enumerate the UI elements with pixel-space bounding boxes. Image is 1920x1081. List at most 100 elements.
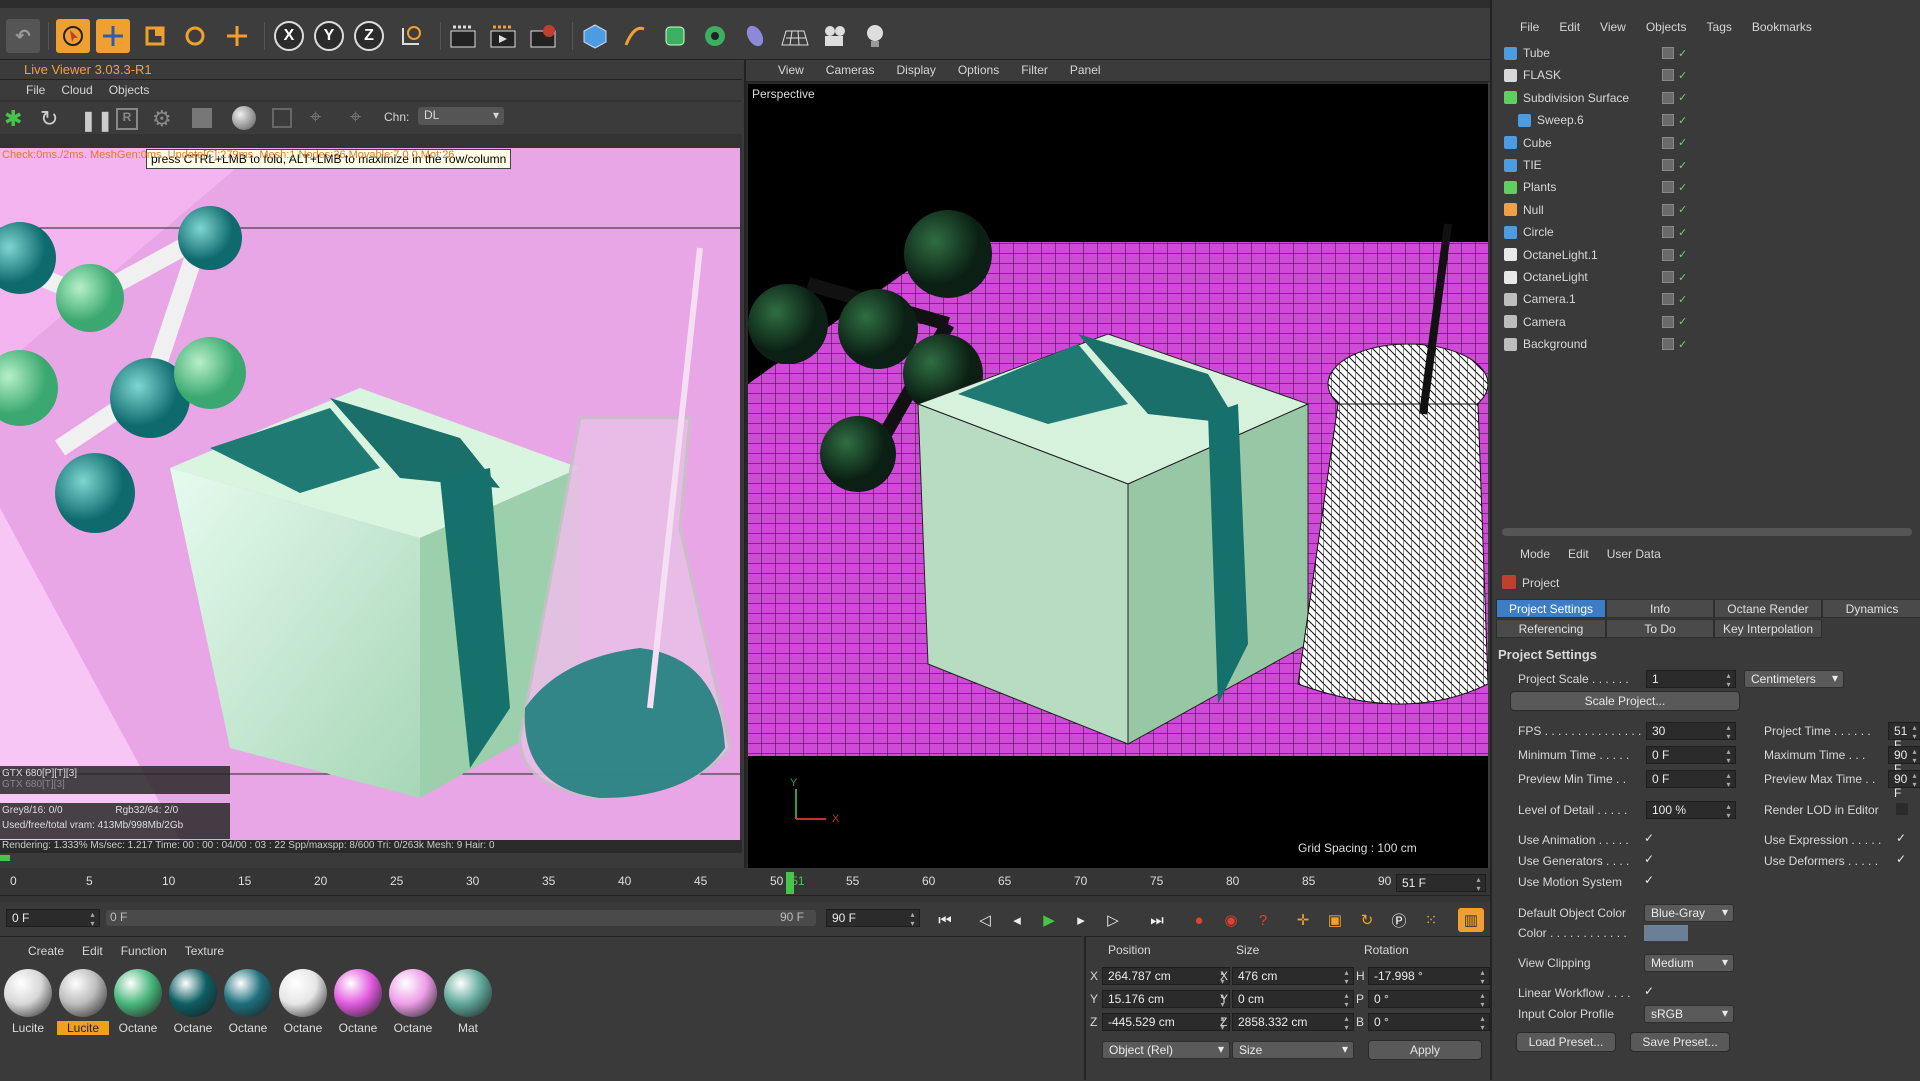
visibility-check-icon[interactable]: ✓ <box>1678 315 1687 328</box>
object-row[interactable]: Background ✓ <box>1492 333 1920 355</box>
am-menu-userdata[interactable]: User Data <box>1607 547 1661 563</box>
lock-icon[interactable] <box>192 108 212 128</box>
visibility-check-icon[interactable]: ✓ <box>1678 69 1687 82</box>
material-item[interactable]: Octane <box>387 969 439 1043</box>
apply-button[interactable]: Apply <box>1368 1040 1482 1060</box>
tab-octane-render[interactable]: Octane Render <box>1714 599 1822 618</box>
material-item[interactable]: Lucite <box>2 969 54 1043</box>
x-axis-icon[interactable]: X <box>274 21 304 51</box>
next-key-icon[interactable]: ▷ <box>1100 908 1126 932</box>
object-row[interactable]: FLASK ✓ <box>1492 64 1920 86</box>
visibility-check-icon[interactable]: ✓ <box>1678 47 1687 60</box>
material-item[interactable]: Mat <box>442 969 494 1043</box>
object-row[interactable]: Camera.1 ✓ <box>1492 288 1920 310</box>
view-clipping-select[interactable]: Medium <box>1644 954 1734 972</box>
object-name[interactable]: Null <box>1523 203 1653 217</box>
visibility-check-icon[interactable]: ✓ <box>1678 114 1687 127</box>
object-row[interactable]: OctaneLight ✓ <box>1492 266 1920 288</box>
region-render-icon[interactable]: R <box>116 108 138 130</box>
key-position-icon[interactable]: ✛ <box>1290 908 1316 932</box>
autokey-icon[interactable]: ◉ <box>1218 908 1244 932</box>
playhead[interactable] <box>786 872 794 894</box>
object-row[interactable]: Subdivision Surface ✓ <box>1492 87 1920 109</box>
object-name[interactable]: Tube <box>1523 46 1653 60</box>
use-animation-checkbox[interactable]: ✓ <box>1644 832 1656 844</box>
vp-menu-options[interactable]: Options <box>958 63 999 78</box>
layer-flag[interactable] <box>1662 248 1674 261</box>
om-menu-tags[interactable]: Tags <box>1707 20 1732 36</box>
material-item[interactable]: Octane <box>222 969 274 1043</box>
load-preset-button[interactable]: Load Preset... <box>1516 1032 1616 1052</box>
rotation-h-field[interactable]: -17.998 ° <box>1368 967 1490 986</box>
floor-icon[interactable] <box>778 19 812 53</box>
object-name[interactable]: Background <box>1523 337 1653 351</box>
pen-icon[interactable] <box>618 19 652 53</box>
layer-flag[interactable] <box>1662 181 1674 194</box>
pick-focus-icon[interactable]: ⌖ <box>310 106 321 129</box>
visibility-check-icon[interactable]: ✓ <box>1678 136 1687 149</box>
render-view-icon[interactable] <box>446 19 480 53</box>
tab-dynamics[interactable]: Dynamics <box>1822 599 1920 618</box>
fps-field[interactable]: 30 <box>1646 722 1736 741</box>
layer-flag[interactable] <box>1662 203 1674 216</box>
object-row[interactable]: Cube ✓ <box>1492 132 1920 154</box>
lv-menu-file[interactable]: File <box>26 83 45 97</box>
z-axis-icon[interactable]: Z <box>354 21 384 51</box>
use-generators-checkbox[interactable]: ✓ <box>1644 853 1656 865</box>
preview-max-field[interactable]: 90 F <box>1888 770 1920 800</box>
play-icon[interactable]: ▶ <box>1036 908 1062 932</box>
vp-menu-display[interactable]: Display <box>896 63 935 78</box>
prev-key-icon[interactable]: ◁ <box>972 908 998 932</box>
vp-menu-cameras[interactable]: Cameras <box>826 63 875 78</box>
restart-icon[interactable]: ↻ <box>40 106 58 132</box>
world-coordinate-icon[interactable] <box>394 19 428 53</box>
keyframe-selection-icon[interactable]: ? <box>1250 908 1276 932</box>
app-menubar[interactable] <box>0 0 1490 8</box>
record-icon[interactable]: ● <box>1186 908 1212 932</box>
rotation-b-field[interactable]: 0 ° <box>1368 1013 1490 1032</box>
layer-flag[interactable] <box>1662 136 1674 149</box>
om-menu-file[interactable]: File <box>1520 20 1539 36</box>
size-x-field[interactable]: 476 cm <box>1232 967 1354 986</box>
start-frame-field[interactable]: 0 F <box>6 909 100 928</box>
scale-icon[interactable] <box>138 19 172 53</box>
visibility-check-icon[interactable]: ✓ <box>1678 248 1687 261</box>
visibility-check-icon[interactable]: ✓ <box>1678 338 1687 351</box>
size-mode-select[interactable]: Size <box>1232 1041 1354 1059</box>
object-row[interactable]: Tube ✓ <box>1492 42 1920 64</box>
move-icon[interactable] <box>96 19 130 53</box>
cube-icon[interactable] <box>578 19 612 53</box>
key-scale-icon[interactable]: ▣ <box>1322 908 1348 932</box>
render-lod-checkbox[interactable] <box>1896 803 1908 815</box>
use-motion-checkbox[interactable]: ✓ <box>1644 874 1656 886</box>
prev-frame-icon[interactable]: ◂ <box>1004 908 1030 932</box>
subdivision-surface-icon[interactable] <box>658 19 692 53</box>
material-ball-icon[interactable] <box>232 106 256 130</box>
timeline-layout-icon[interactable]: ▥ <box>1458 908 1484 932</box>
use-deformers-checkbox[interactable]: ✓ <box>1896 853 1908 865</box>
tab-referencing[interactable]: Referencing <box>1496 619 1606 638</box>
object-name[interactable]: TIE <box>1523 158 1653 172</box>
size-y-field[interactable]: 0 cm <box>1232 990 1354 1009</box>
tab-info[interactable]: Info <box>1606 599 1714 618</box>
layer-flag[interactable] <box>1662 114 1674 127</box>
vp-menu-view[interactable]: View <box>778 63 804 78</box>
linear-workflow-checkbox[interactable]: ✓ <box>1644 985 1656 997</box>
om-menu-view[interactable]: View <box>1600 20 1626 36</box>
select-icon[interactable] <box>56 19 90 53</box>
default-color-select[interactable]: Blue-Gray <box>1644 904 1734 922</box>
range-slider[interactable]: 0 F 90 F <box>106 910 816 926</box>
material-item[interactable]: Lucite <box>57 969 109 1043</box>
object-row[interactable]: OctaneLight.1 ✓ <box>1492 244 1920 266</box>
object-name[interactable]: Circle <box>1523 225 1653 239</box>
min-time-field[interactable]: 0 F <box>1646 746 1736 765</box>
object-name[interactable]: OctaneLight.1 <box>1523 248 1653 262</box>
key-pla-icon[interactable]: ⁙ <box>1418 908 1444 932</box>
current-frame-field[interactable]: 51 F <box>1396 874 1486 893</box>
color-profile-select[interactable]: sRGB <box>1644 1005 1734 1023</box>
visibility-check-icon[interactable]: ✓ <box>1678 159 1687 172</box>
lv-menu-cloud[interactable]: Cloud <box>61 83 92 97</box>
end-frame-field[interactable]: 90 F <box>826 909 920 928</box>
position-y-field[interactable]: 15.176 cm <box>1102 990 1230 1009</box>
render-picture-viewer-icon[interactable] <box>486 19 520 53</box>
